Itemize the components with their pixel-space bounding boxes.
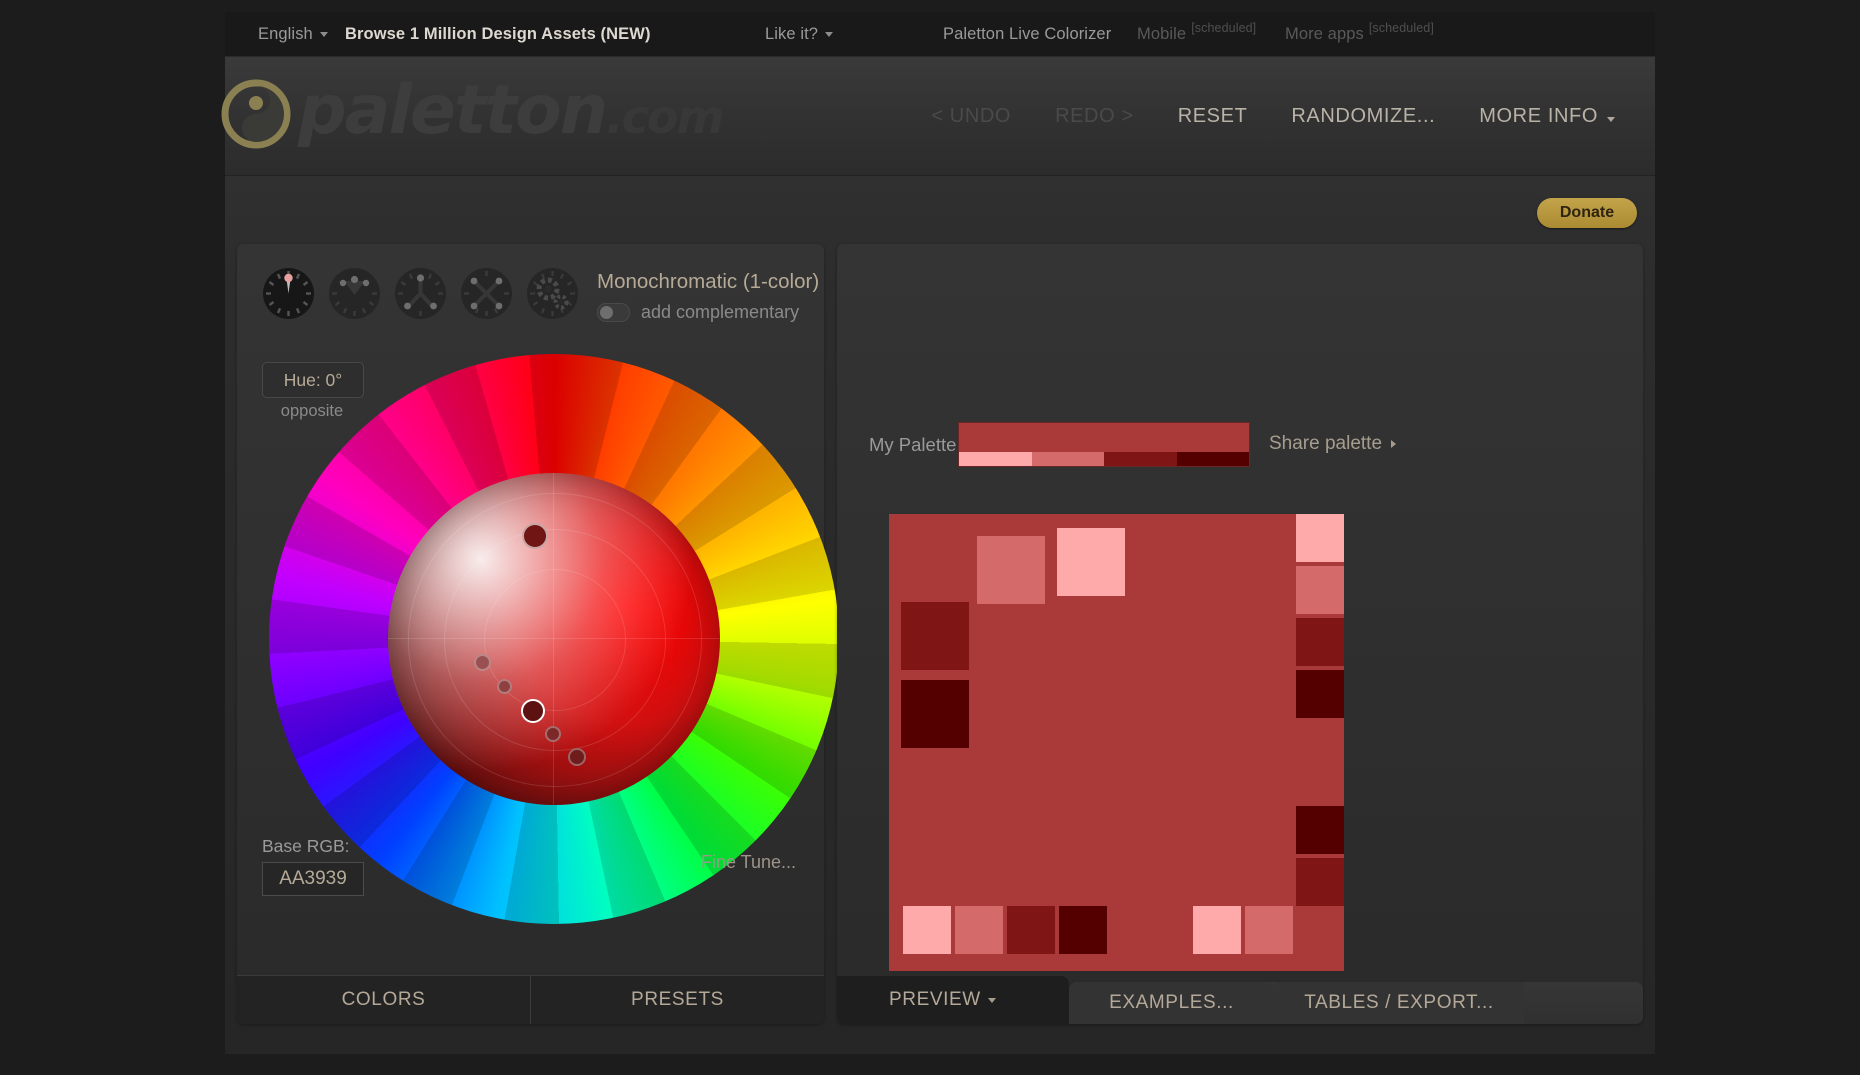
hue-handle[interactable]	[522, 523, 548, 549]
scheme-icon-tetrad[interactable]	[461, 268, 512, 319]
share-palette-label: Share palette	[1269, 433, 1383, 454]
tab-tables-export[interactable]: TABLES / EXPORT...	[1274, 982, 1524, 1024]
paletton-logo-text: paletton.com	[298, 75, 724, 153]
chevron-down-icon	[319, 31, 328, 37]
more-info-button[interactable]: MORE INFO	[1457, 95, 1637, 138]
right-panel-tabs: EXAMPLES... TABLES / EXPORT... PREVIEW	[837, 976, 1643, 1024]
reset-button[interactable]: RESET	[1156, 95, 1270, 138]
promo-topbar: English Browse 1 Million Design Assets (…	[225, 12, 1655, 57]
palette-swatch-1[interactable]	[959, 452, 1032, 466]
scheme-icon-monochromatic[interactable]	[263, 268, 314, 319]
preview-block	[1296, 670, 1344, 718]
share-palette-button[interactable]: Share palette	[1269, 433, 1400, 455]
language-label: English	[258, 24, 313, 43]
color-picker-panel: Monochromatic (1-color) add complementar…	[237, 244, 839, 1024]
like-it-menu[interactable]: Like it?	[765, 12, 834, 56]
color-marker-dark-2[interactable]	[568, 748, 586, 766]
preview-block	[1007, 906, 1055, 954]
chevron-down-icon	[1607, 116, 1615, 122]
color-marker-dark-1[interactable]	[545, 726, 561, 742]
palette-sub-swatches	[959, 452, 1249, 466]
promo-link[interactable]: Browse 1 Million Design Assets (NEW)	[345, 12, 651, 56]
app-header: paletton.com < UNDO REDO > RESET RANDOMI…	[221, 57, 1655, 176]
my-palette-label: My Palette:	[869, 434, 962, 455]
color-marker-light-2[interactable]	[497, 679, 512, 694]
toggle-knob	[600, 306, 613, 319]
preview-block	[977, 536, 1045, 604]
add-complementary-toggle[interactable]	[597, 303, 630, 322]
chevron-right-icon	[1391, 440, 1400, 448]
chevron-down-icon	[825, 31, 834, 37]
logo-tld-text: .com	[606, 90, 724, 144]
color-marker-base[interactable]	[521, 699, 545, 723]
tab-presets[interactable]: PRESETS	[531, 976, 824, 1024]
preview-block	[903, 906, 951, 954]
preview-block	[1296, 618, 1344, 666]
more-apps-scheduled-note: [scheduled]	[1368, 21, 1434, 35]
randomize-button[interactable]: RANDOMIZE...	[1269, 95, 1457, 138]
tab-preview-label: PREVIEW	[889, 989, 981, 1010]
preview-block	[901, 602, 969, 670]
scheme-name-label: Monochromatic (1-color)	[597, 270, 820, 293]
preview-block	[1296, 806, 1344, 854]
tab-examples[interactable]: EXAMPLES...	[1069, 982, 1274, 1024]
more-apps-label: More apps	[1285, 24, 1364, 43]
screen: English Browse 1 Million Design Assets (…	[0, 0, 1860, 1075]
preview-block	[1296, 566, 1344, 614]
fine-tune-link[interactable]: Fine Tune...	[701, 852, 796, 873]
paletton-logo-icon	[220, 78, 292, 150]
preview-block	[1245, 906, 1293, 954]
preview-panel: My Palette: Share palette EXAMPLES... TA…	[837, 244, 1643, 1024]
left-panel-tabs: COLORS PRESETS	[237, 975, 824, 1024]
add-complementary-control[interactable]: add complementary	[597, 302, 799, 323]
palette-swatch-4[interactable]	[1176, 452, 1249, 466]
base-rgb-label: Base RGB:	[262, 836, 350, 856]
like-it-label: Like it?	[765, 24, 819, 43]
tab-colors[interactable]: COLORS	[237, 976, 531, 1024]
scheme-icon-free-style[interactable]	[527, 268, 578, 319]
mobile-scheduled-note: [scheduled]	[1191, 21, 1257, 35]
preview-block	[1193, 906, 1241, 954]
preview-block	[1059, 906, 1107, 954]
mobile-link: Mobile [scheduled]	[1137, 12, 1256, 56]
live-colorizer-link[interactable]: Paletton Live Colorizer	[943, 12, 1111, 56]
more-info-label: MORE INFO	[1479, 104, 1598, 127]
preview-block	[955, 906, 1003, 954]
color-wheel[interactable]	[269, 354, 839, 924]
color-marker-light-1[interactable]	[474, 654, 491, 671]
palette-preview[interactable]	[889, 514, 1344, 971]
logo-main-text: paletton	[298, 71, 608, 150]
donate-button[interactable]: Donate	[1537, 198, 1637, 228]
mobile-label: Mobile	[1137, 24, 1187, 43]
chevron-down-icon	[987, 997, 996, 1003]
tab-preview[interactable]: PREVIEW	[837, 976, 1069, 1024]
paletton-app-window: English Browse 1 Million Design Assets (…	[221, 12, 1655, 1054]
preview-block	[1296, 858, 1344, 906]
my-palette-strip[interactable]	[958, 422, 1250, 467]
preview-block	[901, 680, 969, 748]
palette-swatch-2[interactable]	[1031, 452, 1104, 466]
header-nav: < UNDO REDO > RESET RANDOMIZE... MORE IN…	[909, 57, 1637, 175]
palette-swatch-3[interactable]	[1104, 452, 1177, 466]
scheme-icon-triad[interactable]	[395, 268, 446, 319]
add-complementary-label: add complementary	[641, 302, 800, 322]
base-rgb-input[interactable]: AA3939	[262, 862, 364, 896]
more-apps-link: More apps [scheduled]	[1285, 12, 1434, 56]
paletton-logo[interactable]: paletton.com	[221, 75, 724, 153]
wheel-gridlines	[388, 473, 720, 805]
app-body: Donate Monochromatic (1-color) add compl…	[225, 176, 1655, 1054]
language-selector[interactable]: English	[258, 12, 328, 56]
scheme-icon-complementary[interactable]	[329, 268, 380, 319]
redo-button[interactable]: REDO >	[1033, 95, 1156, 138]
preview-block	[1296, 514, 1344, 562]
preview-block	[1057, 528, 1125, 596]
scheme-selector	[263, 268, 578, 319]
undo-button[interactable]: < UNDO	[909, 95, 1033, 138]
